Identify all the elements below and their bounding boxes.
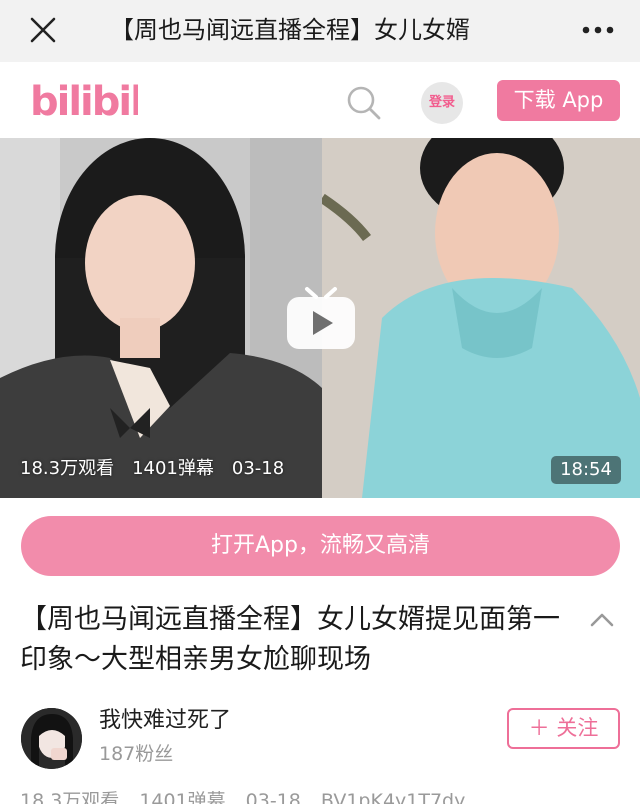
page-title: 【周也马闻远直播全程】女儿女婿 — [110, 16, 470, 44]
search-icon[interactable] — [345, 84, 383, 122]
danmaku-count: 1401弹幕 — [132, 458, 214, 479]
bottom-upload-date: 03-18 — [245, 790, 301, 804]
avatar-image — [21, 708, 82, 769]
site-header: bilibili 登录 下载 App — [0, 62, 640, 138]
svg-text:bilibili: bilibili — [30, 79, 138, 125]
video-frame-left — [0, 138, 322, 498]
video-frame-right — [319, 138, 640, 498]
view-count: 18.3万观看 — [20, 458, 115, 479]
more-dots-icon[interactable] — [578, 14, 618, 46]
bottom-view-count: 18.3万观看 — [20, 790, 120, 804]
download-app-button[interactable]: 下载 App — [497, 80, 620, 121]
bottom-danmaku-count: 1401弹幕 — [139, 790, 226, 804]
video-title: 【周也马闻远直播全程】女儿女婿提见面第一印象～大型相亲男女尬聊现场 — [20, 604, 560, 675]
video-duration: 18:54 — [551, 456, 621, 484]
boy-figure — [319, 138, 640, 498]
follow-button[interactable]: ＋ 关注 — [507, 708, 620, 749]
chevron-up-icon[interactable] — [588, 608, 616, 632]
girl-figure — [0, 138, 322, 498]
bvid: BV1pK4y1T7dy — [320, 790, 466, 804]
uploader-name[interactable]: 我快难过死了 — [99, 706, 231, 736]
bottom-video-stats: 18.3万观看 1401弹幕 03-18 BV1pK4y1T7dy — [20, 790, 485, 804]
bilibili-logo[interactable]: bilibili — [28, 72, 138, 128]
play-icon[interactable] — [285, 285, 357, 351]
video-player[interactable]: 18.3万观看 1401弹幕 03-18 18:54 — [0, 138, 640, 498]
upload-date: 03-18 — [231, 458, 285, 479]
avatar[interactable] — [21, 708, 82, 769]
close-icon[interactable] — [26, 13, 60, 47]
open-app-button[interactable]: 打开App，流畅又高清 — [21, 516, 620, 576]
login-button[interactable]: 登录 — [421, 82, 463, 124]
video-stats: 18.3万观看 1401弹幕 03-18 — [20, 458, 302, 480]
fans-count: 187粉丝 — [99, 743, 174, 765]
browser-topbar: 【周也马闻远直播全程】女儿女婿 — [0, 0, 640, 62]
